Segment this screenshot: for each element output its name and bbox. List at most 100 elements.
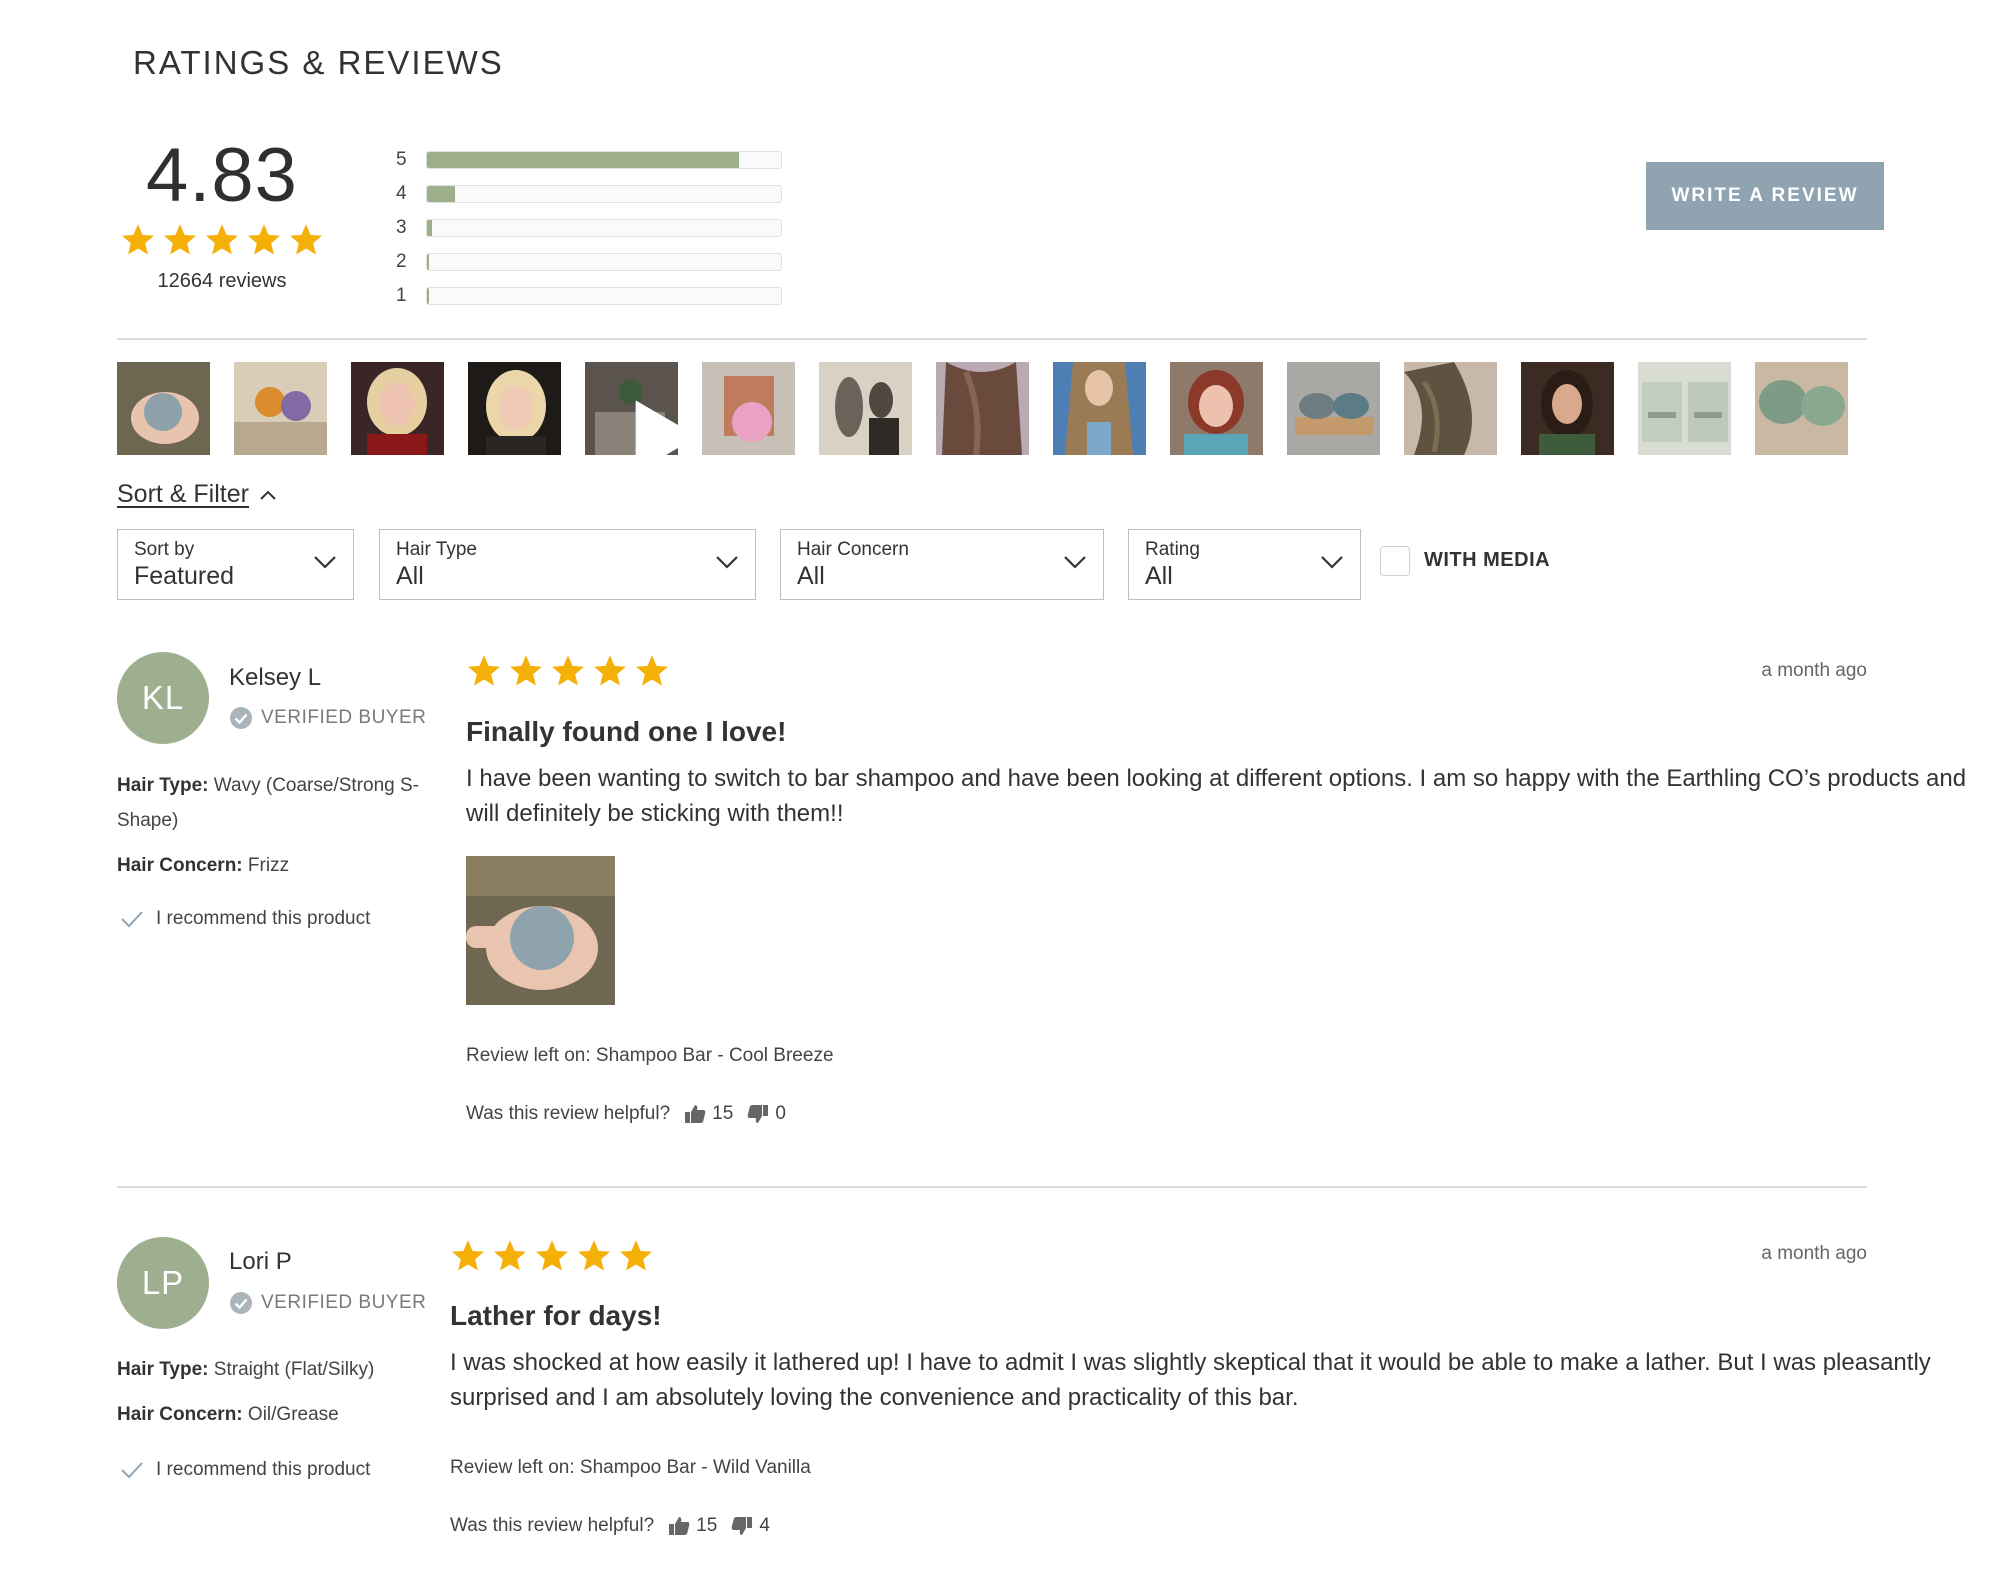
review-rating-stars bbox=[450, 1238, 654, 1274]
check-icon bbox=[121, 911, 143, 928]
star-icon bbox=[164, 224, 196, 255]
histogram-row-2[interactable]: 2 bbox=[396, 245, 782, 279]
review-title: Lather for days! bbox=[450, 1300, 662, 1331]
review-title: Finally found one I love! bbox=[466, 716, 787, 747]
review-count: 12664 reviews bbox=[157, 270, 287, 292]
star-icon bbox=[536, 1240, 568, 1271]
histogram-bar bbox=[426, 185, 782, 203]
review-rating-stars bbox=[466, 653, 670, 689]
star-icon bbox=[594, 655, 626, 686]
verified-badge: VERIFIED BUYER bbox=[229, 706, 426, 730]
star-icon bbox=[290, 224, 322, 255]
with-media-checkbox[interactable] bbox=[1380, 546, 1410, 576]
media-thumb-blonde-selfie[interactable] bbox=[468, 362, 561, 455]
media-thumb-video[interactable] bbox=[585, 362, 678, 455]
thumbs-up-button[interactable]: 15 bbox=[684, 1103, 733, 1125]
star-icon bbox=[552, 655, 584, 686]
sort-by-select[interactable]: Sort by Featured bbox=[117, 529, 354, 600]
rating-select[interactable]: Rating All bbox=[1128, 529, 1361, 600]
histogram-row-4[interactable]: 4 bbox=[396, 177, 782, 211]
hair-concern-value: Frizz bbox=[247, 855, 290, 876]
media-thumb-bars-shelf[interactable] bbox=[234, 362, 327, 455]
filter-value: All bbox=[797, 562, 825, 590]
review-photo[interactable] bbox=[466, 856, 615, 1005]
media-thumb-pink-bar-box[interactable] bbox=[702, 362, 795, 455]
thumbs-down-count: 0 bbox=[775, 1103, 786, 1124]
filter-value: Featured bbox=[134, 562, 235, 590]
media-thumb-hand-bar[interactable] bbox=[117, 362, 210, 455]
recommend-label: I recommend this product bbox=[156, 908, 371, 929]
review-body: I have been wanting to switch to bar sha… bbox=[466, 765, 1967, 827]
star-icon bbox=[468, 655, 500, 686]
hair-concern-attribute: Hair Concern: Oil/Grease bbox=[117, 1397, 437, 1432]
thumbs-down-icon bbox=[731, 1517, 753, 1535]
recommend-label: I recommend this product bbox=[156, 1459, 371, 1480]
media-thumb-green-bars[interactable] bbox=[1755, 362, 1848, 455]
thumbs-up-count: 15 bbox=[696, 1515, 718, 1536]
reviewer-name: Kelsey L bbox=[229, 664, 322, 691]
media-thumb-bars-dish[interactable] bbox=[1287, 362, 1380, 455]
media-thumb-blonde-woman[interactable] bbox=[351, 362, 444, 455]
filter-label: Hair Concern bbox=[797, 539, 909, 560]
avatar: LP bbox=[117, 1237, 209, 1329]
hair-type-select[interactable]: Hair Type All bbox=[379, 529, 756, 600]
verified-badge: VERIFIED BUYER bbox=[229, 1291, 426, 1315]
thumbs-up-count: 15 bbox=[712, 1103, 734, 1124]
recommend-note: I recommend this product bbox=[120, 908, 370, 930]
histogram-row-5[interactable]: 5 bbox=[396, 143, 782, 177]
recommend-note: I recommend this product bbox=[120, 1459, 370, 1481]
media-thumb-wavy-hair[interactable] bbox=[1404, 362, 1497, 455]
rating-histogram: 5 4 3 2 1 bbox=[396, 143, 782, 313]
media-thumb-red-hair-woman[interactable] bbox=[1170, 362, 1263, 455]
divider bbox=[117, 338, 1867, 340]
hair-concern-attribute: Hair Concern: Frizz bbox=[117, 848, 437, 883]
review-body: I was shocked at how easily it lathered … bbox=[450, 1349, 1931, 1411]
star-icon bbox=[206, 224, 238, 255]
histogram-bar bbox=[426, 287, 782, 305]
histogram-bar bbox=[426, 253, 782, 271]
histogram-label: 5 bbox=[396, 149, 407, 170]
reviewer-name: Lori P bbox=[229, 1248, 292, 1275]
media-thumb-brown-hair[interactable] bbox=[936, 362, 1029, 455]
helpful-vote: Was this review helpful? 15 0 bbox=[466, 1103, 786, 1125]
histogram-label: 3 bbox=[396, 217, 407, 238]
filter-value: All bbox=[396, 562, 424, 590]
histogram-fill bbox=[427, 186, 456, 202]
play-icon bbox=[635, 400, 678, 455]
thumbs-up-button[interactable]: 15 bbox=[668, 1515, 717, 1537]
media-thumb-vintage-photo[interactable] bbox=[819, 362, 912, 455]
review-product: Review left on: Shampoo Bar - Cool Breez… bbox=[466, 1045, 834, 1066]
star-icon bbox=[248, 224, 280, 255]
histogram-label: 1 bbox=[396, 285, 407, 306]
media-thumb-dark-hair-woman[interactable] bbox=[1521, 362, 1614, 455]
chevron-down-icon bbox=[716, 556, 738, 569]
media-thumb-product-boxes[interactable] bbox=[1638, 362, 1731, 455]
helpful-label: Was this review helpful? bbox=[466, 1103, 671, 1124]
chevron-down-icon bbox=[1064, 556, 1086, 569]
thumbs-down-button[interactable]: 0 bbox=[747, 1103, 786, 1125]
histogram-fill bbox=[427, 152, 739, 168]
with-media-label[interactable]: WITH MEDIA bbox=[1424, 549, 1550, 572]
star-icon bbox=[578, 1240, 610, 1271]
sort-filter-label: Sort & Filter bbox=[117, 480, 249, 508]
hair-concern-select[interactable]: Hair Concern All bbox=[780, 529, 1104, 600]
write-review-button[interactable]: WRITE A REVIEW bbox=[1646, 162, 1884, 230]
filter-value: All bbox=[1145, 562, 1173, 590]
star-icon bbox=[122, 224, 154, 255]
chevron-down-icon bbox=[1321, 556, 1343, 569]
hair-type-attribute: Hair Type: Straight (Flat/Silky) bbox=[117, 1352, 437, 1387]
media-thumb-long-hair[interactable] bbox=[1053, 362, 1146, 455]
histogram-row-1[interactable]: 1 bbox=[396, 279, 782, 313]
sort-filter-toggle[interactable]: Sort & Filter bbox=[117, 480, 277, 509]
chevron-down-icon bbox=[314, 556, 336, 569]
average-stars bbox=[118, 222, 326, 258]
hair-type-label: Hair Type: bbox=[117, 1359, 209, 1380]
thumbs-down-count: 4 bbox=[759, 1515, 770, 1536]
histogram-row-3[interactable]: 3 bbox=[396, 211, 782, 245]
histogram-label: 2 bbox=[396, 251, 407, 272]
divider bbox=[117, 1186, 1867, 1188]
thumbs-down-button[interactable]: 4 bbox=[731, 1515, 770, 1537]
star-icon bbox=[620, 1240, 652, 1271]
filter-label: Rating bbox=[1145, 539, 1200, 560]
review-date: a month ago bbox=[1761, 1243, 1867, 1264]
